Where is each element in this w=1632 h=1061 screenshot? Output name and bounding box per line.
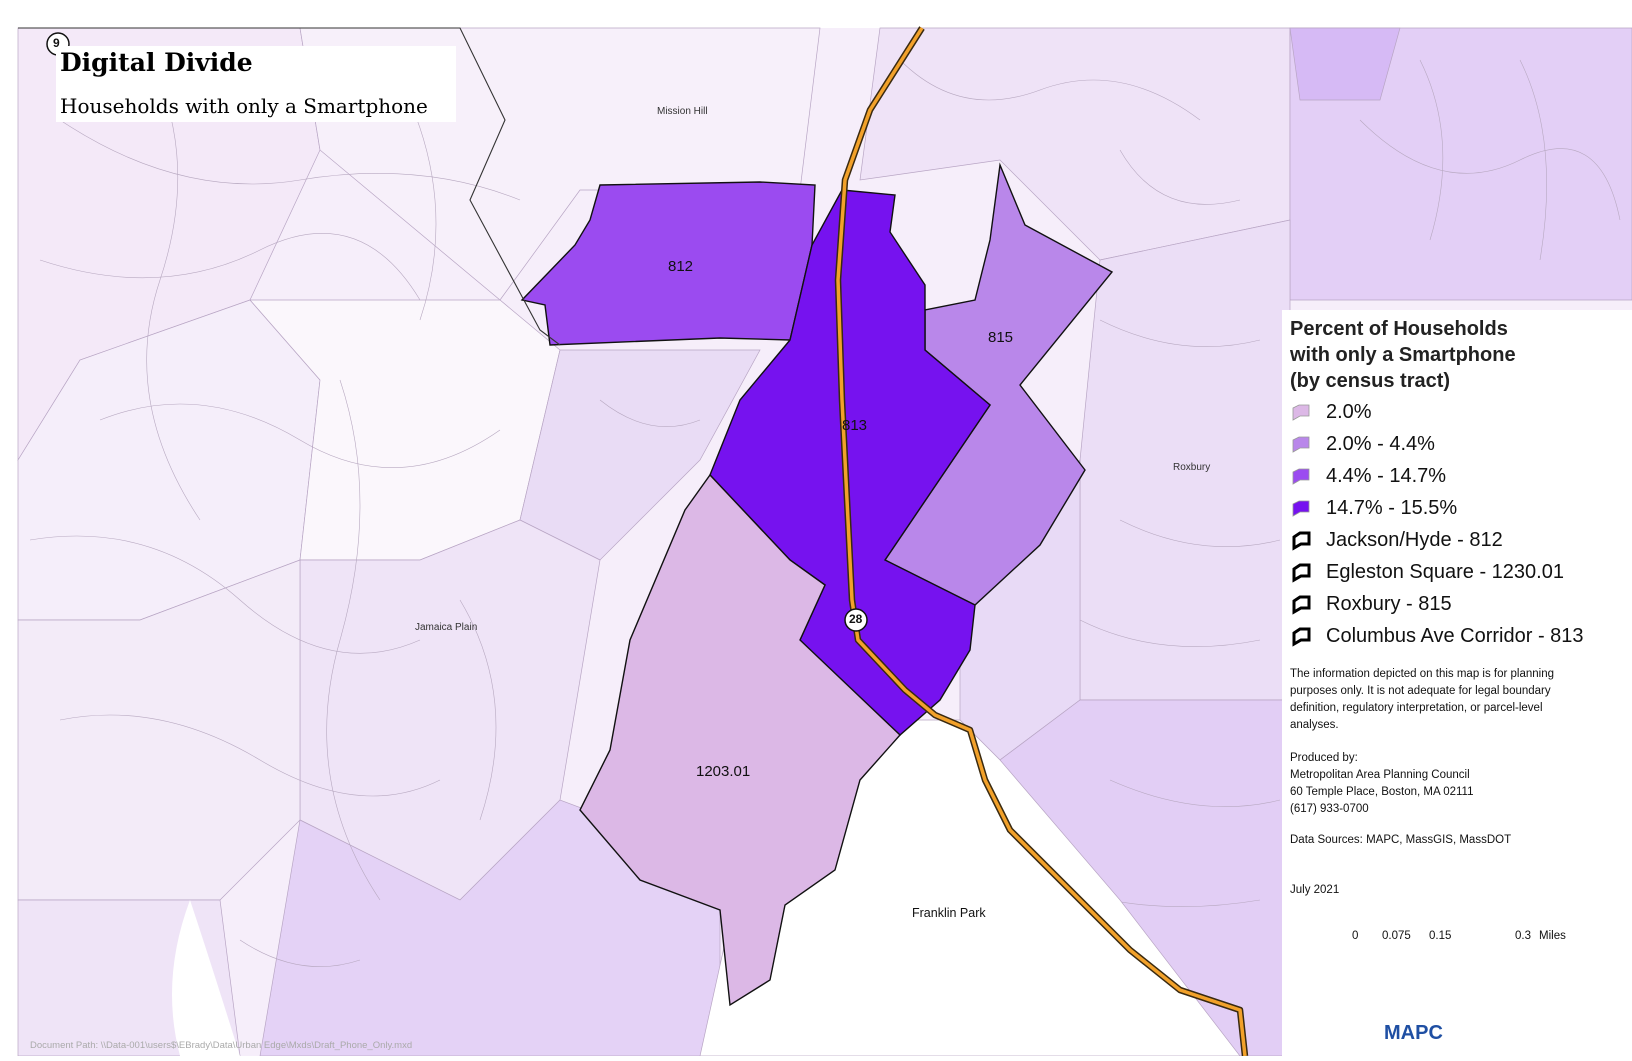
route-28-label: 28: [849, 612, 863, 626]
place-jamaica-plain: Jamaica Plain: [415, 622, 478, 633]
place-franklin-park: Franklin Park: [912, 906, 986, 920]
tract-812-label: 812: [668, 258, 694, 275]
tract-813-label: 813: [842, 417, 868, 434]
legend-area-4-label: Columbus Ave Corridor - 813: [1326, 624, 1584, 647]
disclaimer-text: The information depicted on this map is …: [1290, 668, 1555, 731]
legend-area-2-label: Egleston Square - 1230.01: [1326, 560, 1564, 583]
tract-1203-01-label: 1203.01: [696, 763, 751, 780]
legend-class-3: 4.4% - 14.7%: [1290, 462, 1446, 490]
legend-area-3-label: Roxbury - 815: [1326, 592, 1452, 615]
route-9-label: 9: [53, 36, 60, 50]
scale-tick-2: 0.15: [1429, 930, 1452, 942]
map-subtitle: Households with only a Smartphone: [60, 94, 428, 118]
swatch-class-2-icon: [1290, 433, 1312, 455]
outline-area-1-icon: [1290, 529, 1312, 551]
document-path: Document Path: \\Data-001\users$\EBrady\…: [30, 1040, 413, 1051]
place-mission-hill: Mission Hill: [657, 106, 708, 117]
legend-class-4-label: 14.7% - 15.5%: [1326, 496, 1458, 519]
legend-class-2-label: 2.0% - 4.4%: [1326, 432, 1435, 455]
mapc-logo-text: MAPC: [1384, 1022, 1443, 1044]
swatch-class-4-icon: [1290, 497, 1312, 519]
outline-area-3-icon: [1290, 593, 1312, 615]
swatch-class-3-icon: [1290, 465, 1312, 487]
place-roxbury: Roxbury: [1173, 462, 1211, 473]
legend-class-1-label: 2.0%: [1326, 400, 1372, 423]
producer-text: Produced by: Metropolitan Area Planning …: [1290, 752, 1474, 815]
scale-tick-1: 0.075: [1382, 930, 1411, 942]
legend-title: Percent of Households with only a Smartp…: [1290, 318, 1516, 392]
legend-panel: Percent of Households with only a Smartp…: [1282, 310, 1632, 1056]
data-sources-text: Data Sources: MAPC, MassGIS, MassDOT: [1290, 834, 1512, 846]
legend-class-4: 14.7% - 15.5%: [1290, 494, 1457, 522]
legend-area-1-label: Jackson/Hyde - 812: [1326, 528, 1503, 551]
tract-815-label: 815: [988, 329, 1014, 346]
swatch-class-1-icon: [1290, 401, 1312, 423]
legend-area-1: Jackson/Hyde - 812: [1290, 526, 1503, 554]
scale-tick-3: 0.3: [1515, 930, 1531, 942]
scale-unit: Miles: [1539, 930, 1566, 942]
map-title: Digital Divide: [60, 48, 253, 77]
legend-class-3-label: 4.4% - 14.7%: [1326, 464, 1447, 487]
legend-area-3: Roxbury - 815: [1290, 590, 1452, 618]
date-text: July 2021: [1290, 884, 1340, 896]
title-box: Digital Divide Households with only a Sm…: [56, 46, 456, 122]
map-frame: Digital Divide Households with only a Sm…: [0, 0, 1632, 1057]
legend-class-2: 2.0% - 4.4%: [1290, 430, 1435, 458]
legend-area-2: Egleston Square - 1230.01: [1290, 558, 1564, 586]
scale-tick-0: 0: [1352, 930, 1359, 942]
legend-area-4: Columbus Ave Corridor - 813: [1290, 622, 1584, 650]
legend-class-1: 2.0%: [1290, 398, 1372, 426]
outline-area-4-icon: [1290, 625, 1312, 647]
outline-area-2-icon: [1290, 561, 1312, 583]
